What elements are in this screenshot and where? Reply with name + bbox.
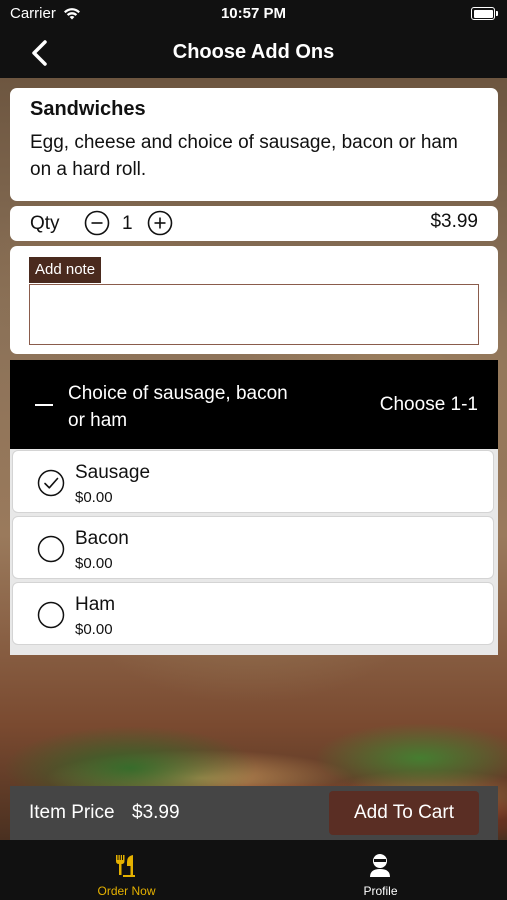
item-price-label: Item Price (29, 802, 115, 823)
checkmark-circle-icon[interactable] (37, 469, 65, 497)
empty-circle-icon[interactable] (37, 535, 65, 563)
item-price-value: $3.99 (132, 802, 180, 823)
minus-circle-icon[interactable] (84, 210, 110, 236)
option-name: Sausage (75, 462, 151, 483)
item-description: Egg, cheese and choice of sausage, bacon… (30, 132, 458, 180)
fork-knife-icon (116, 855, 135, 877)
empty-circle-icon[interactable] (37, 601, 65, 629)
option-price: $0.00 (75, 621, 113, 638)
plus-circle-icon[interactable] (147, 210, 173, 236)
addon-options-list: Sausage $0.00 Bacon $0.00 Ham $0.00 (10, 449, 498, 655)
tab-profile[interactable]: Profile (254, 840, 507, 900)
user-icon (370, 854, 390, 877)
tab-order-now[interactable]: Order Now (0, 840, 253, 900)
item-category: Sandwiches (30, 98, 146, 120)
addon-option-sausage[interactable]: Sausage $0.00 (12, 450, 494, 513)
addon-group-rule: Choose 1-1 (379, 394, 478, 415)
collapse-dash-icon[interactable] (35, 404, 53, 406)
option-name: Bacon (75, 528, 129, 549)
option-price: $0.00 (75, 489, 113, 506)
add-note-label: Add note (29, 257, 102, 283)
tab-label: Profile (363, 884, 398, 898)
quantity-card: Qty 1 $3.99 (10, 206, 498, 241)
addon-group-title: Choice of sausage, bacon or ham (68, 383, 288, 431)
addon-option-bacon[interactable]: Bacon $0.00 (12, 516, 494, 579)
quantity-value: 1 (122, 213, 133, 234)
option-name: Ham (75, 594, 116, 615)
addon-group-header[interactable]: Choice of sausage, bacon or ham Choose 1… (10, 360, 498, 449)
page-title: Choose Add Ons (172, 41, 335, 63)
add-to-cart-button[interactable]: Add To Cart (329, 791, 479, 835)
option-price: $0.00 (75, 555, 113, 572)
tab-bar: Order Now Profile (0, 840, 507, 900)
item-price-bar: Item Price $3.99 Add To Cart (10, 786, 498, 840)
quantity-label: Qty (30, 213, 60, 234)
item-description-card: Sandwiches Egg, cheese and choice of sau… (10, 88, 498, 201)
status-time: 10:57 PM (220, 5, 287, 22)
note-card: Add note (10, 246, 498, 354)
item-price: $3.99 (430, 211, 478, 232)
note-input[interactable] (29, 284, 479, 345)
tab-label: Order Now (97, 884, 156, 898)
navigation-bar: Choose Add Ons (0, 28, 507, 78)
battery-icon (471, 7, 498, 20)
addon-option-ham[interactable]: Ham $0.00 (12, 582, 494, 645)
status-bar: Carrier 10:57 PM (0, 0, 507, 28)
